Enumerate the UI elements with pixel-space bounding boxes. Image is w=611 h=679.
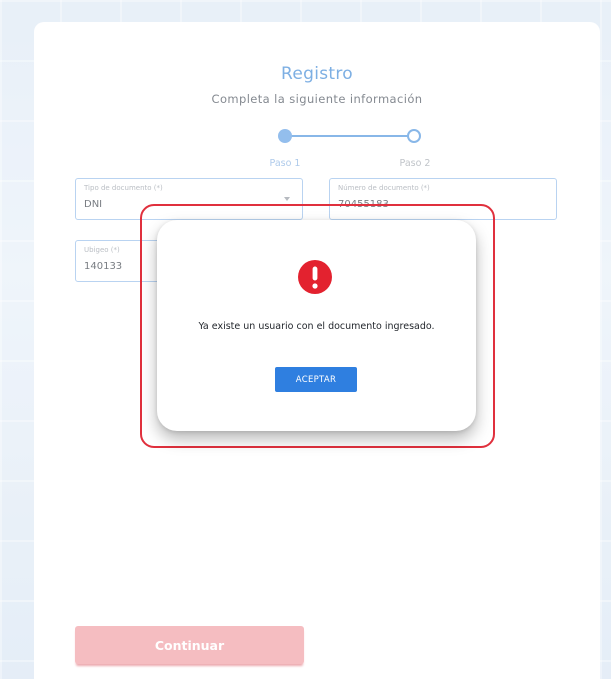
error-dialog: Ya existe un usuario con el documento in… [157,220,476,431]
exclamation-circle-icon [298,260,332,294]
accept-button[interactable]: ACEPTAR [275,367,357,392]
dialog-message: Ya existe un usuario con el documento in… [198,321,435,332]
